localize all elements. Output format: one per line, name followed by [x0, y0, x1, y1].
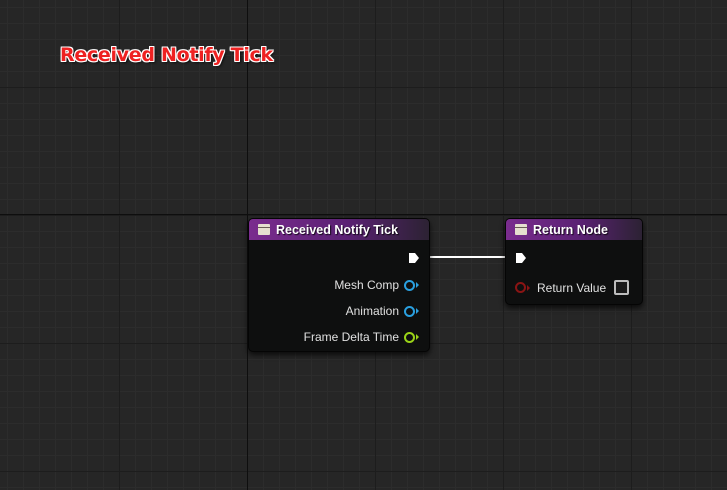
function-icon [515, 224, 527, 235]
pin-mesh-comp[interactable]: Mesh Comp [334, 278, 419, 292]
event-node-received-notify-tick[interactable]: Received Notify Tick Mesh Comp Animation… [248, 218, 430, 352]
bool-pin-icon[interactable] [515, 282, 526, 293]
return-node-header[interactable]: Return Node [506, 219, 642, 240]
pin-animation[interactable]: Animation [346, 304, 419, 318]
float-pin-icon[interactable] [404, 331, 415, 343]
return-value-checkbox[interactable] [614, 280, 630, 295]
pin-arrow-icon [416, 282, 419, 288]
pin-label-frame-delta-time: Frame Delta Time [303, 330, 399, 344]
event-node-header[interactable]: Received Notify Tick [249, 219, 429, 240]
pin-label-mesh-comp: Mesh Comp [334, 278, 399, 292]
pin-label-animation: Animation [345, 304, 399, 318]
object-pin-icon[interactable] [404, 279, 415, 291]
pin-arrow-icon [416, 334, 419, 340]
exec-input-pin[interactable] [515, 252, 527, 264]
function-icon [258, 224, 270, 235]
exec-output-pin[interactable] [408, 252, 420, 264]
pin-return-value[interactable]: Return Value [515, 280, 630, 295]
pin-label-return-value: Return Value [537, 280, 607, 295]
pin-frame-delta-time[interactable]: Frame Delta Time [304, 330, 419, 344]
object-pin-icon[interactable] [404, 305, 415, 317]
pin-arrow-icon [416, 308, 419, 314]
return-node[interactable]: Return Node Return Value [505, 218, 643, 305]
return-node-title: Return Node [533, 222, 608, 237]
pin-arrow-icon [527, 284, 530, 291]
event-node-title: Received Notify Tick [276, 222, 399, 237]
